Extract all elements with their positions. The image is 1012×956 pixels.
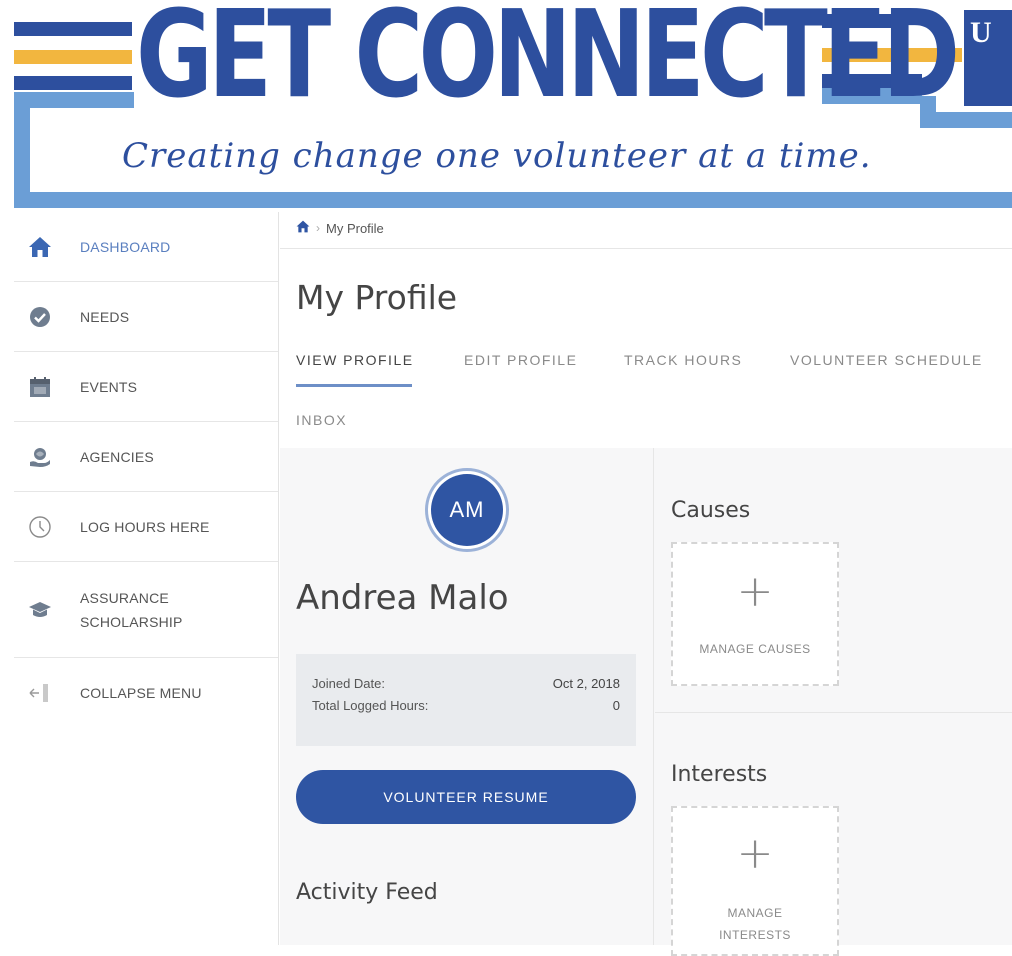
- plus-icon: +: [736, 566, 774, 617]
- breadcrumb: › My Profile: [296, 220, 384, 236]
- banner-corner-text: U: [970, 16, 992, 49]
- sidebar-item-label: ASSURANCE SCHOLARSHIP: [80, 589, 183, 630]
- collapse-arrow-icon: [28, 681, 52, 705]
- stat-value: 0: [612, 698, 620, 713]
- causes-interests-panel: Causes + MANAGE CAUSES Interests + MANAG…: [655, 448, 1012, 956]
- graduation-cap-icon: [28, 598, 52, 622]
- sidebar-item-label: AGENCIES: [80, 448, 154, 465]
- tab-volunteer-schedule[interactable]: VOLUNTEER SCHEDULE: [790, 352, 983, 368]
- profile-stats: Joined Date: Oct 2, 2018 Total Logged Ho…: [296, 654, 636, 746]
- manage-interests-button[interactable]: + MANAGE INTERESTS: [671, 806, 839, 956]
- manage-causes-button[interactable]: + MANAGE CAUSES: [671, 542, 839, 686]
- collapse-menu-button[interactable]: COLLAPSE MENU: [14, 658, 278, 728]
- breadcrumb-separator: ›: [316, 221, 320, 235]
- sidebar-item-label: DASHBOARD: [80, 238, 171, 255]
- tab-view-profile[interactable]: VIEW PROFILE: [296, 352, 414, 387]
- stat-row-hours: Total Logged Hours: 0: [312, 698, 620, 720]
- active-tab-indicator: [296, 384, 412, 387]
- tab-inbox[interactable]: INBOX: [296, 412, 347, 428]
- stat-value: Oct 2, 2018: [552, 676, 620, 691]
- sidebar-item-label: LOG HOURS HERE: [80, 518, 210, 535]
- manage-causes-label: MANAGE CAUSES: [699, 642, 811, 656]
- home-icon[interactable]: [296, 220, 310, 236]
- sidebar-item-events[interactable]: EVENTS: [14, 352, 278, 422]
- banner-tagline: Creating change one volunteer at a time.: [122, 136, 872, 176]
- volunteer-resume-button[interactable]: VOLUNTEER RESUME: [296, 770, 636, 824]
- causes-heading: Causes: [671, 498, 751, 523]
- manage-interests-label: MANAGE INTERESTS: [719, 906, 791, 942]
- sidebar-item-agencies[interactable]: AGENCIES: [14, 422, 278, 492]
- profile-summary: AM Andrea Malo Joined Date: Oct 2, 2018 …: [280, 448, 654, 945]
- clock-icon: [28, 515, 52, 539]
- banner-stripe: [14, 22, 132, 36]
- page-title: My Profile: [296, 278, 458, 317]
- banner-frame: [14, 192, 1012, 208]
- stat-label: Total Logged Hours:: [312, 698, 429, 713]
- hand-globe-icon: [28, 445, 52, 469]
- divider: [655, 712, 1012, 713]
- tab-track-hours[interactable]: TRACK HOURS: [624, 352, 742, 368]
- banner-frame: [14, 92, 134, 108]
- sidebar-item-needs[interactable]: NEEDS: [14, 282, 278, 352]
- main-content: › My Profile My Profile VIEW PROFILE EDI…: [280, 212, 1012, 956]
- stat-row-joined: Joined Date: Oct 2, 2018: [312, 676, 620, 698]
- sidebar-item-assurance-scholarship[interactable]: ASSURANCE SCHOLARSHIP: [14, 562, 278, 658]
- home-icon: [28, 235, 52, 259]
- sidebar-item-label: EVENTS: [80, 378, 138, 395]
- sidebar: DASHBOARD NEEDS EVENTS AGENCIES LOG HOUR…: [14, 212, 279, 945]
- header-banner: U GET CONNECTED Creating change one volu…: [0, 0, 1012, 212]
- avatar: AM: [425, 468, 509, 552]
- user-name: Andrea Malo: [296, 578, 509, 618]
- breadcrumb-current: My Profile: [326, 220, 384, 236]
- calendar-icon: [28, 375, 52, 399]
- banner-frame: [14, 92, 30, 197]
- banner-stripe: [14, 50, 132, 64]
- activity-feed-heading: Activity Feed: [296, 880, 438, 905]
- sidebar-item-dashboard[interactable]: DASHBOARD: [14, 212, 278, 282]
- banner-stripe: [14, 76, 132, 90]
- divider: [280, 248, 1012, 249]
- plus-icon: +: [736, 828, 774, 879]
- sidebar-item-label: COLLAPSE MENU: [80, 685, 202, 701]
- tab-edit-profile[interactable]: EDIT PROFILE: [464, 352, 577, 368]
- banner-title: GET CONNECTED: [136, 0, 960, 125]
- avatar-initials: AM: [431, 474, 503, 546]
- profile-content: AM Andrea Malo Joined Date: Oct 2, 2018 …: [280, 448, 1012, 956]
- sidebar-item-label: NEEDS: [80, 308, 130, 325]
- sidebar-item-log-hours[interactable]: LOG HOURS HERE: [14, 492, 278, 562]
- check-circle-icon: [28, 305, 52, 329]
- stat-label: Joined Date:: [312, 676, 385, 691]
- tab-label: VIEW PROFILE: [296, 352, 414, 368]
- interests-heading: Interests: [671, 762, 768, 787]
